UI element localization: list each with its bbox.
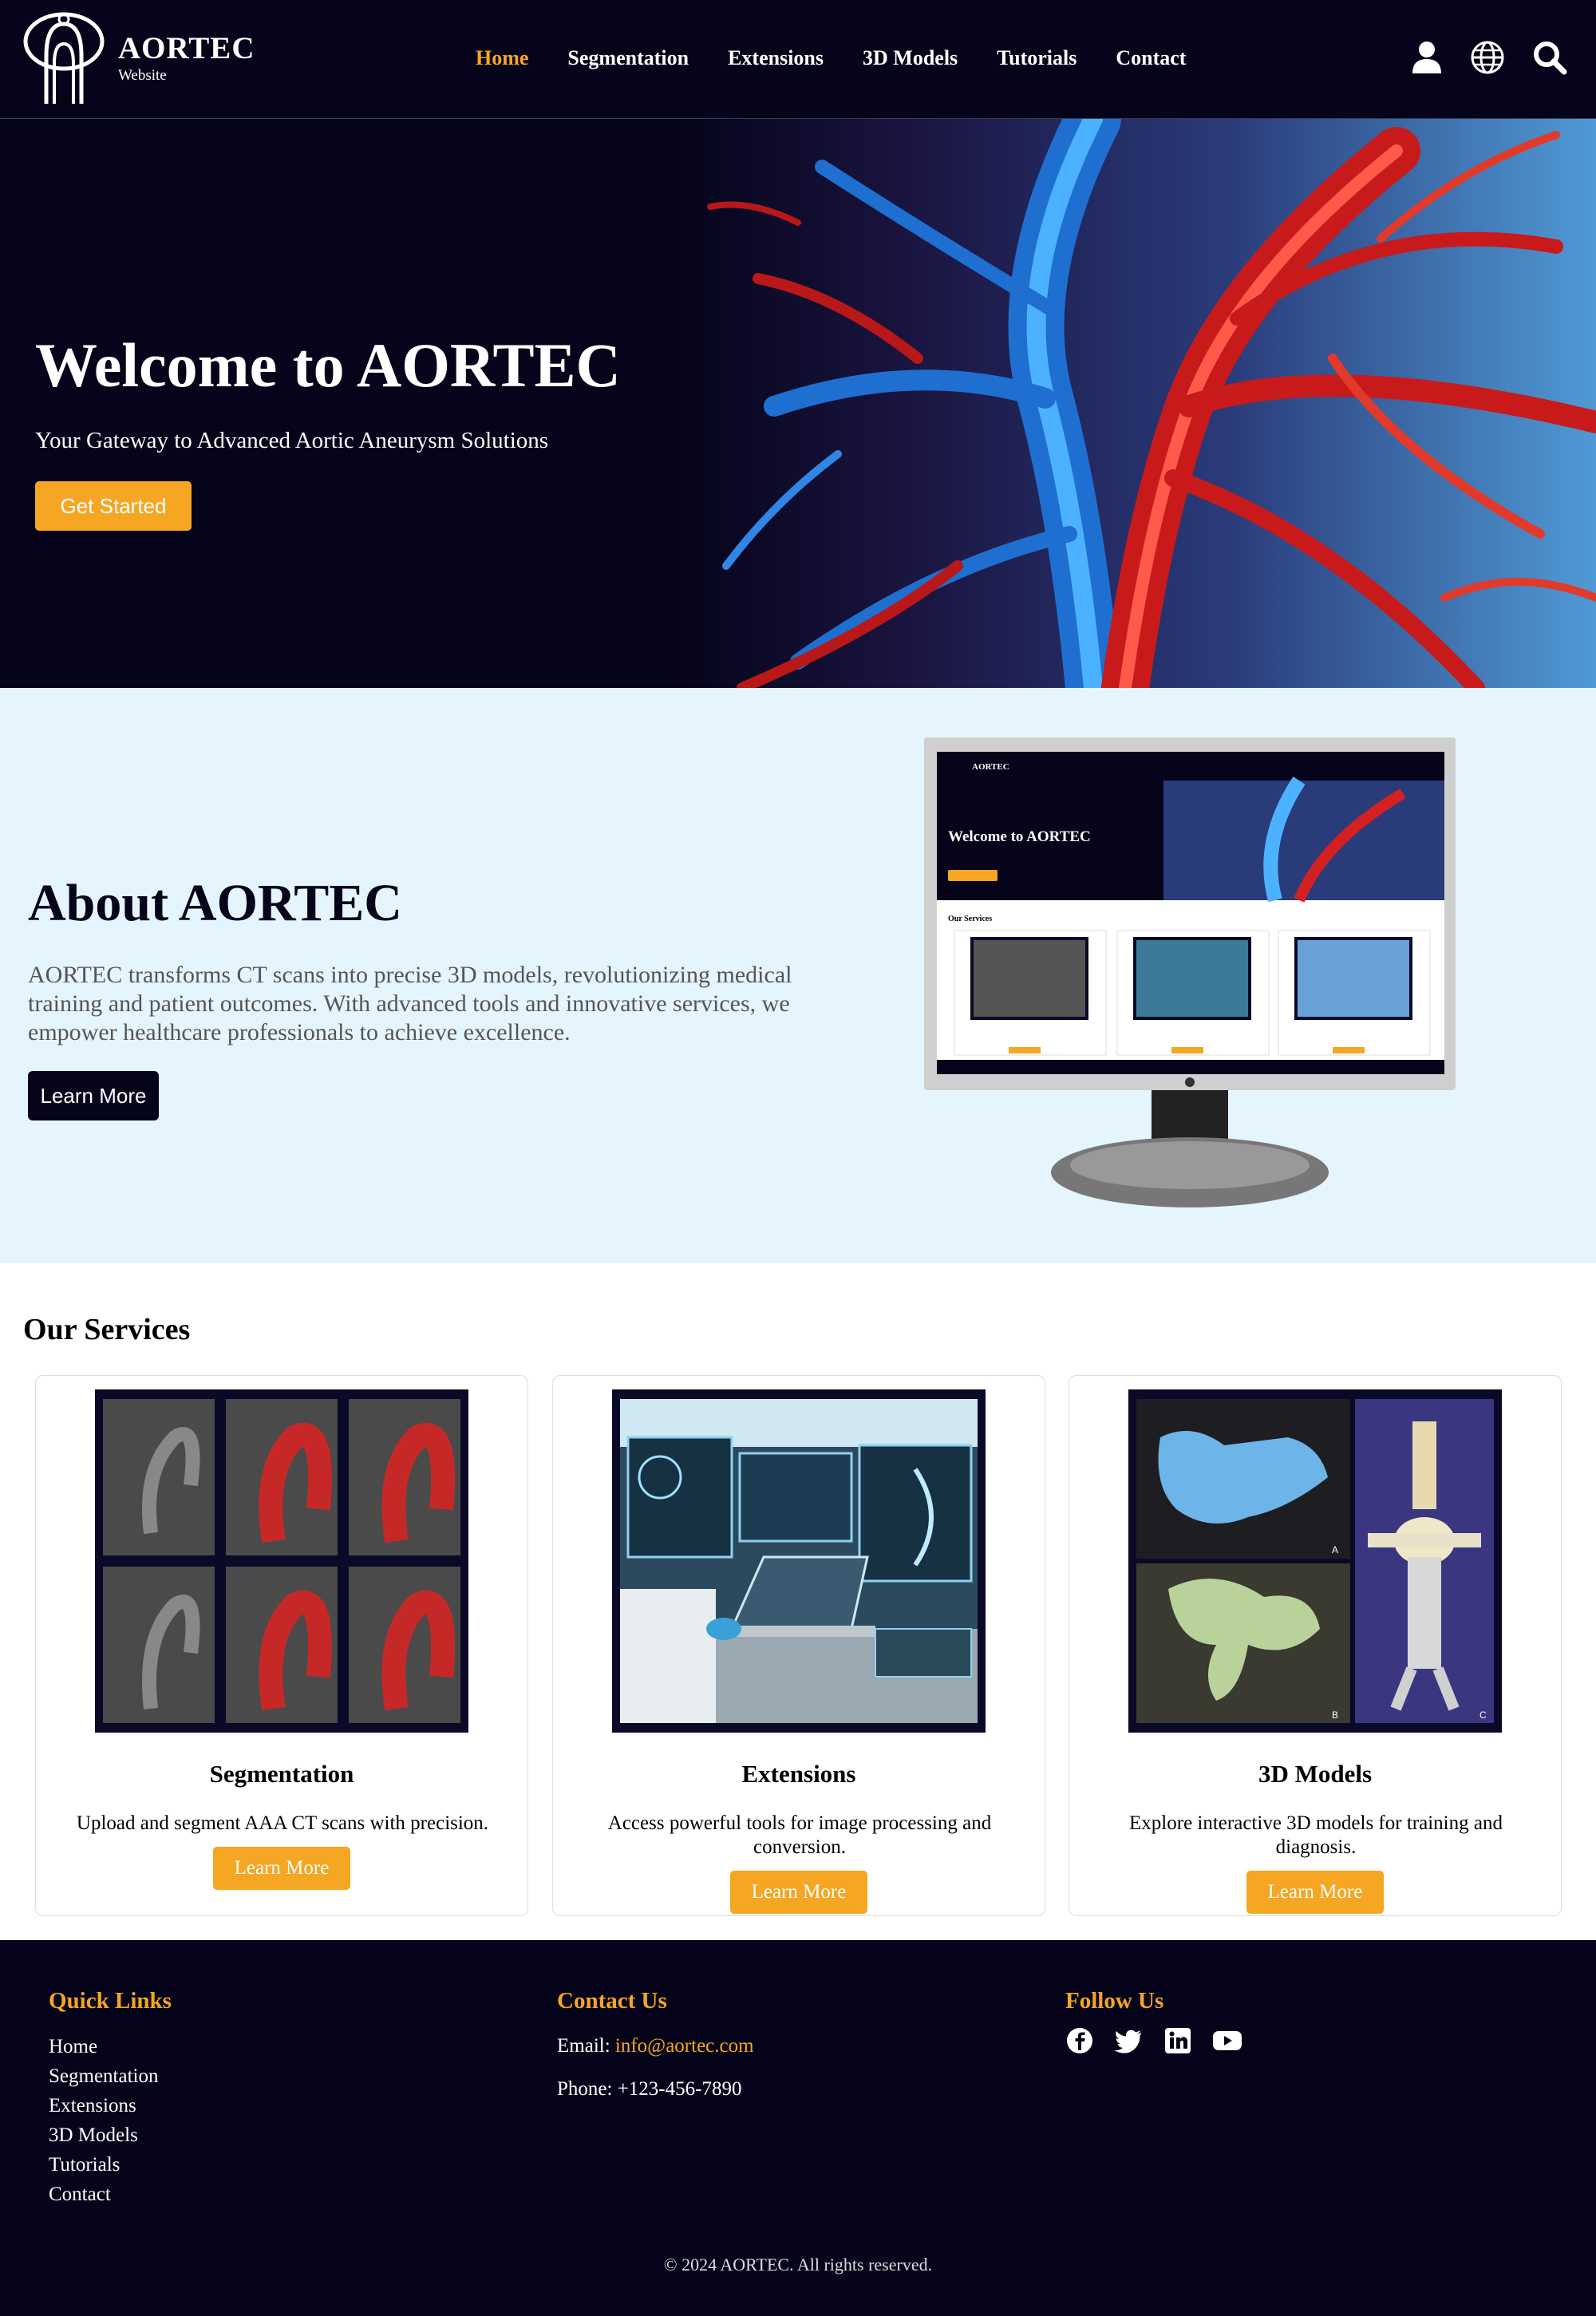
phone-label: Phone: — [557, 2078, 613, 2100]
services-title: Our Services — [23, 1313, 191, 1346]
list-item: 3D Models — [49, 2120, 158, 2150]
email-link[interactable]: info@aortec.com — [615, 2035, 754, 2057]
nav-3d-models[interactable]: 3D Models — [863, 45, 958, 72]
hero-subtitle: Your Gateway to Advanced Aortic Aneurysm… — [35, 428, 549, 453]
about-title: About AORTEC — [28, 874, 402, 932]
segmentation-image — [95, 1389, 468, 1733]
nav-extensions[interactable]: Extensions — [728, 45, 824, 72]
site-header: AORTEC Website Home Segmentation Extensi… — [0, 0, 1596, 119]
service-card-3d-models: A B C 3D Models Explore interactive 3D m… — [1069, 1375, 1562, 1916]
nav-tutorials[interactable]: Tutorials — [997, 45, 1077, 72]
nav-home[interactable]: Home — [476, 45, 528, 72]
card-title: 3D Models — [1258, 1760, 1373, 1788]
phone-line: Phone: +123-456-7890 — [557, 2077, 741, 2102]
quick-links-title: Quick Links — [49, 1988, 172, 2014]
nav-segmentation[interactable]: Segmentation — [567, 45, 689, 72]
footer-link-3d-models[interactable]: 3D Models — [49, 2124, 138, 2146]
svg-text:C: C — [1479, 1709, 1487, 1721]
card-text: Upload and segment AAA CT scans with pre… — [76, 1812, 489, 1834]
card-text: Access powerful tools for image processi… — [607, 1812, 992, 1858]
brand-name: AORTEC — [118, 31, 255, 65]
quick-links-list: Home Segmentation Extensions 3D Models T… — [49, 2032, 158, 2209]
svg-text:Our Services: Our Services — [948, 915, 992, 923]
about-learn-more-button[interactable]: Learn More — [28, 1071, 159, 1120]
user-icon[interactable] — [1409, 40, 1444, 75]
aortec-logo-icon[interactable] — [22, 8, 105, 110]
service-card-segmentation: Segmentation Upload and segment AAA CT s… — [35, 1375, 528, 1916]
email-line: Email: info@aortec.com — [557, 2033, 754, 2059]
follow-us-title: Follow Us — [1065, 1988, 1164, 2014]
search-icon[interactable] — [1532, 40, 1567, 75]
list-item: Tutorials — [49, 2150, 158, 2180]
copyright-text: © 2024 AORTEC. All rights reserved. — [663, 2255, 933, 2275]
list-item: Segmentation — [49, 2061, 158, 2091]
facebook-icon[interactable] — [1065, 2026, 1094, 2055]
extensions-learn-more-button[interactable]: Learn More — [730, 1871, 867, 1914]
contact-title: Contact Us — [557, 1988, 667, 2014]
footer-link-segmentation[interactable]: Segmentation — [49, 2065, 158, 2087]
email-label: Email: — [557, 2035, 610, 2057]
segmentation-learn-more-button[interactable]: Learn More — [213, 1847, 350, 1890]
footer-link-home[interactable]: Home — [49, 2036, 97, 2057]
monitor-preview-image: AORTEC Welcome to AORTEC Our Services — [924, 737, 1456, 1207]
footer-link-contact[interactable]: Contact — [49, 2184, 111, 2205]
list-item: Contact — [49, 2180, 158, 2209]
card-title: Extensions — [741, 1760, 856, 1788]
extensions-image — [612, 1389, 986, 1733]
blood-vessels-image — [678, 119, 1596, 688]
footer-link-tutorials[interactable]: Tutorials — [49, 2154, 120, 2176]
svg-text:Welcome to AORTEC: Welcome to AORTEC — [948, 828, 1091, 845]
card-text: Explore interactive 3D models for traini… — [1129, 1812, 1503, 1858]
site-footer: Quick Links Home Segmentation Extensions… — [0, 1940, 1596, 2316]
about-text: AORTEC transforms CT scans into precise … — [28, 962, 792, 1045]
3d-models-image: A B C — [1128, 1389, 1502, 1733]
hero-section: Welcome to AORTEC Your Gateway to Advanc… — [0, 119, 1596, 688]
linkedin-icon[interactable] — [1163, 2026, 1192, 2055]
get-started-button[interactable]: Get Started — [35, 481, 192, 531]
list-item: Extensions — [49, 2091, 158, 2120]
brand: AORTEC Website — [118, 30, 255, 85]
3d-models-learn-more-button[interactable]: Learn More — [1246, 1871, 1384, 1914]
card-title: Segmentation — [209, 1760, 354, 1788]
service-card-extensions: Extensions Access powerful tools for ima… — [552, 1375, 1045, 1916]
brand-subtitle: Website — [118, 67, 167, 84]
globe-icon[interactable] — [1470, 40, 1505, 75]
youtube-icon[interactable] — [1211, 2026, 1243, 2055]
svg-text:A: A — [1332, 1544, 1338, 1555]
svg-text:AORTEC: AORTEC — [972, 762, 1009, 772]
phone-number: +123-456-7890 — [617, 2078, 742, 2100]
footer-link-extensions[interactable]: Extensions — [49, 2095, 136, 2116]
list-item: Home — [49, 2032, 158, 2061]
twitter-icon[interactable] — [1114, 2026, 1143, 2055]
about-section: About AORTEC AORTEC transforms CT scans … — [0, 688, 1596, 1263]
nav-contact[interactable]: Contact — [1116, 45, 1186, 72]
main-nav: Home Segmentation Extensions 3D Models T… — [476, 45, 1225, 72]
svg-text:B: B — [1332, 1709, 1338, 1721]
hero-title: Welcome to AORTEC — [35, 330, 621, 400]
